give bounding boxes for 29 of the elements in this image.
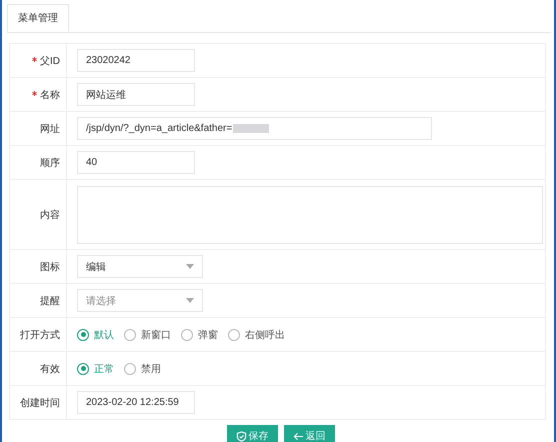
dropdown-field[interactable]: 编辑 xyxy=(77,255,203,278)
field-label: 图标 xyxy=(40,260,60,274)
radio-option[interactable]: 弹窗 xyxy=(181,328,218,342)
field-label: 顺序 xyxy=(40,156,60,170)
radio-option[interactable]: 禁用 xyxy=(124,362,161,376)
field-label: 打开方式 xyxy=(20,328,60,342)
caret-icon xyxy=(186,264,194,269)
field-label: 内容 xyxy=(40,208,60,222)
tab[interactable]: 菜单管理 xyxy=(7,4,69,32)
arrow-left-icon xyxy=(292,430,304,442)
field-label: 网址 xyxy=(40,122,60,136)
radio-option[interactable]: 新窗口 xyxy=(124,328,171,342)
content-textarea[interactable] xyxy=(77,186,543,244)
caret-icon xyxy=(186,298,194,303)
url-field[interactable]: /jsp/dyn/?_dyn=a_article&father= xyxy=(77,117,432,140)
field-label: 父ID xyxy=(40,54,60,68)
text-field[interactable]: 网站运维 xyxy=(77,83,195,106)
field-label: 提醒 xyxy=(40,294,60,308)
required-asterisk-icon xyxy=(32,56,37,62)
field-label: 创建时间 xyxy=(20,396,60,410)
text-field[interactable]: 23020242 xyxy=(77,49,195,72)
required-asterisk-icon xyxy=(32,90,37,96)
text-field[interactable]: 40 xyxy=(77,151,195,174)
dropdown-field[interactable]: 请选择 xyxy=(77,289,203,312)
field-label: 有效 xyxy=(40,362,60,376)
text-field[interactable]: 2023-02-20 12:25:59 xyxy=(77,391,195,414)
radio-option[interactable]: 右侧呼出 xyxy=(228,328,285,342)
field-label: 名称 xyxy=(40,88,60,102)
shield-check-icon xyxy=(236,430,246,442)
